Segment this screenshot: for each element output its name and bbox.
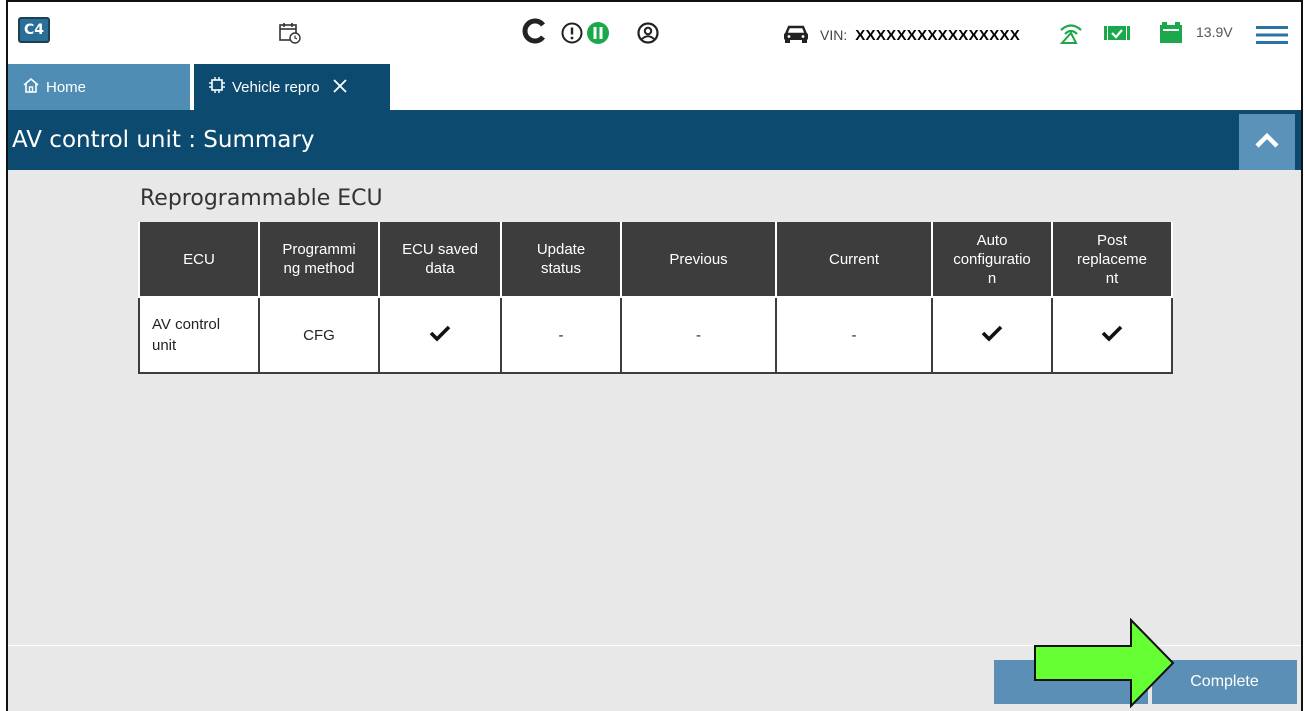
vin-label: VIN:	[820, 27, 848, 43]
vci-icon[interactable]	[1102, 20, 1132, 46]
cell-programming-method: CFG	[258, 296, 380, 374]
cell-ecu: AV control unit	[138, 296, 260, 374]
cell-current: -	[775, 296, 933, 374]
cell-update-status: -	[500, 296, 622, 374]
wifi-icon[interactable]	[1058, 20, 1084, 46]
highlight-arrow-icon	[1034, 618, 1175, 708]
column-header-current: Current	[775, 222, 933, 298]
battery-icon	[1158, 20, 1184, 46]
column-header-ecu: ECU	[138, 222, 260, 298]
chevron-up-icon	[1254, 131, 1280, 154]
column-header-ecu-saved-data: ECU saved data	[378, 222, 502, 298]
checkmark-icon	[429, 325, 451, 346]
refresh-icon[interactable]	[520, 18, 550, 44]
section-title: Reprogrammable ECU	[140, 186, 383, 211]
checkmark-icon	[981, 325, 1003, 346]
column-header-post-replacement: Post replaceme nt	[1051, 222, 1173, 298]
cell-auto-configuration	[931, 296, 1053, 374]
column-header-previous: Previous	[620, 222, 777, 298]
cell-ecu-saved-data	[378, 296, 502, 374]
checkmark-icon	[1101, 325, 1123, 346]
main-content: Reprogrammable ECU ECU Programmi ng meth…	[8, 170, 1301, 645]
tab-bar: Home Vehicle repro	[8, 64, 1301, 110]
column-header-update-status: Update status	[500, 222, 622, 298]
column-header-programming-method: Programmi ng method	[258, 222, 380, 298]
collapse-button[interactable]	[1239, 114, 1295, 170]
page-header: AV control unit : Summary	[8, 110, 1301, 170]
car-icon	[782, 23, 810, 48]
alert-icon[interactable]	[560, 20, 584, 46]
vin-display: VIN: XXXXXXXXXXXXXXXX	[782, 22, 1020, 48]
top-bar: C4 VIN: XXXXXXXXXXXXXXXX 13.9V	[8, 2, 1301, 64]
column-header-auto-configuration: Auto configuratio n	[931, 222, 1053, 298]
page-title: AV control unit : Summary	[12, 127, 315, 153]
tab-home-label: Home	[46, 78, 87, 96]
chip-icon	[208, 76, 226, 98]
ecu-table: ECU Programmi ng method ECU saved data U…	[138, 222, 1173, 374]
home-icon	[22, 76, 40, 98]
table-row: AV control unit CFG - - -	[138, 296, 1173, 374]
cell-previous: -	[620, 296, 777, 374]
vin-value: XXXXXXXXXXXXXXXX	[855, 26, 1021, 44]
table-header-row: ECU Programmi ng method ECU saved data U…	[138, 222, 1173, 298]
menu-icon[interactable]	[1254, 22, 1290, 48]
app-logo: C4	[18, 17, 50, 43]
tab-vehicle-reprogramming-label: Vehicle repro	[232, 78, 320, 96]
battery-voltage: 13.9V	[1196, 24, 1233, 40]
cell-post-replacement	[1051, 296, 1173, 374]
close-icon[interactable]	[332, 78, 348, 97]
user-icon[interactable]	[636, 20, 660, 46]
tab-home[interactable]: Home	[8, 64, 190, 110]
calendar-clock-icon[interactable]	[278, 20, 302, 46]
pause-icon[interactable]	[586, 20, 610, 46]
app-frame: C4 VIN: XXXXXXXXXXXXXXXX 13.9V Home Vehi…	[6, 0, 1303, 711]
tab-vehicle-reprogramming[interactable]: Vehicle repro	[194, 64, 390, 110]
